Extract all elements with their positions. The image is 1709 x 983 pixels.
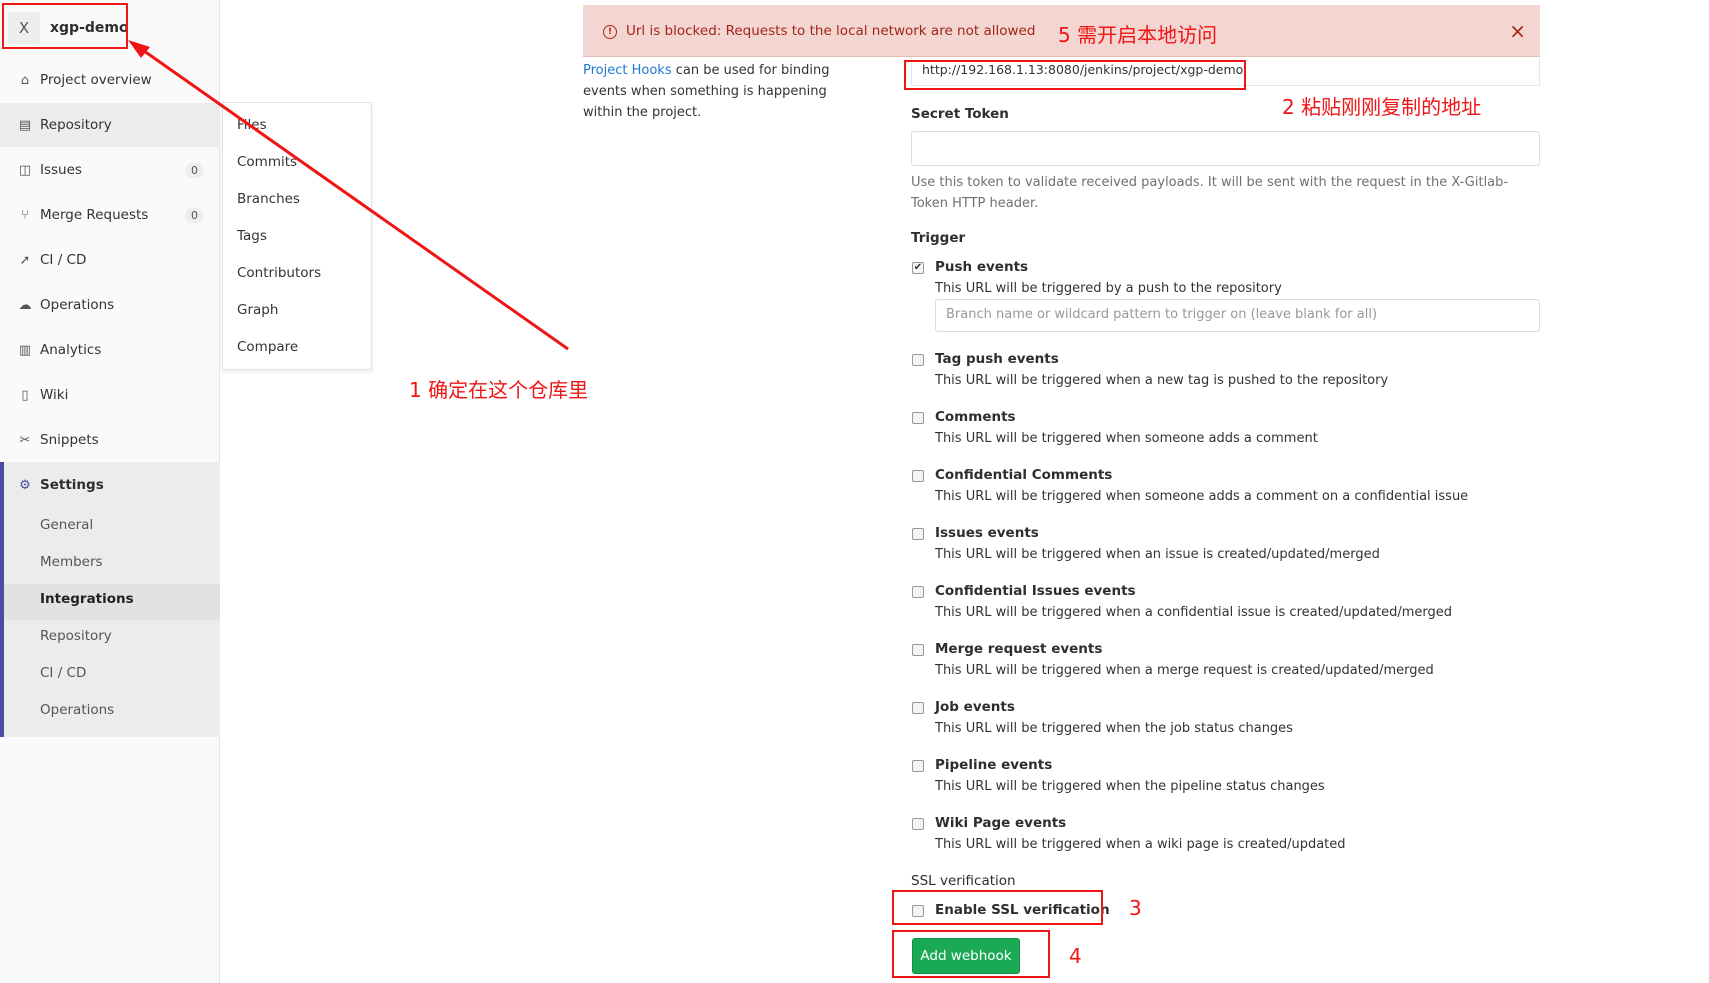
issues-icon: ◫ <box>18 162 32 178</box>
sidebar: X xgp-demo ⌂ Project overview ▤ Reposito… <box>0 0 220 983</box>
gear-icon: ⚙ <box>19 477 31 493</box>
job-events-checkbox[interactable] <box>912 702 924 714</box>
pipeline-events-checkbox[interactable] <box>912 760 924 772</box>
sidebar-item-label: Operations <box>40 297 115 313</box>
event-title: Push events <box>935 259 1029 275</box>
comments-checkbox[interactable] <box>912 412 924 424</box>
confidential-comments-checkbox[interactable] <box>912 470 924 482</box>
home-icon: ⌂ <box>20 72 30 88</box>
annotation-4: 4 <box>1069 944 1082 968</box>
flyout-commits[interactable]: Commits <box>237 154 297 170</box>
settings-ci-cd[interactable]: CI / CD <box>40 665 86 681</box>
annotation-box-ssl <box>892 890 1103 925</box>
sidebar-item-label: Snippets <box>40 432 99 448</box>
merge-request-icon: ⑂ <box>21 207 29 223</box>
event-title: Pipeline events <box>935 757 1053 773</box>
hooks-intro: Project Hooks can be used for binding ev… <box>583 60 863 123</box>
event-desc: This URL will be triggered by a push to … <box>935 281 1282 296</box>
settings-general[interactable]: General <box>40 517 93 533</box>
event-title: Issues events <box>935 525 1039 541</box>
sidebar-item-label: CI / CD <box>40 252 87 268</box>
tag-push-events-checkbox[interactable] <box>912 354 924 366</box>
sidebar-item-label: Merge Requests <box>40 207 149 223</box>
sidebar-item-snippets[interactable]: ✂ Snippets <box>0 418 220 462</box>
flyout-files[interactable]: Files <box>237 117 267 133</box>
annotation-box-submit <box>892 930 1050 978</box>
alert-message: Url is blocked: Requests to the local ne… <box>626 23 1036 39</box>
error-icon: ! <box>603 25 617 39</box>
sidebar-item-label: Issues <box>40 162 82 178</box>
event-desc: This URL will be triggered when the pipe… <box>935 779 1325 794</box>
settings-integrations[interactable]: Integrations <box>40 591 134 607</box>
sidebar-item-settings[interactable]: ⚙ Settings <box>0 463 220 507</box>
event-desc: This URL will be triggered when a merge … <box>935 663 1434 678</box>
push-events-checkbox[interactable]: ✔ <box>912 262 924 274</box>
branch-filter-input[interactable]: Branch name or wildcard pattern to trigg… <box>935 299 1540 332</box>
sidebar-item-issues[interactable]: ◫ Issues 0 <box>0 148 220 192</box>
settings-members[interactable]: Members <box>40 554 103 570</box>
event-desc: This URL will be triggered when the job … <box>935 721 1293 736</box>
annotation-1: 1 确定在这个仓库里 <box>409 378 589 402</box>
flyout-branches[interactable]: Branches <box>237 191 300 207</box>
sidebar-item-label: Repository <box>40 117 112 133</box>
repository-flyout-menu: Files Commits Branches Tags Contributors… <box>222 102 372 370</box>
project-hooks-link[interactable]: Project Hooks <box>583 63 672 78</box>
secret-token-help: Use this token to validate received payl… <box>911 175 1509 211</box>
event-desc: This URL will be triggered when a wiki p… <box>935 837 1346 852</box>
flyout-compare[interactable]: Compare <box>237 339 298 355</box>
close-icon[interactable]: × <box>1509 19 1526 43</box>
sidebar-item-merge-requests[interactable]: ⑂ Merge Requests 0 <box>0 193 220 237</box>
merge-requests-count-badge: 0 <box>185 207 204 223</box>
event-title: Wiki Page events <box>935 815 1067 831</box>
sidebar-item-ci-cd[interactable]: ➚ CI / CD <box>0 238 220 282</box>
event-title: Job events <box>935 699 1015 715</box>
book-icon: ▯ <box>21 387 29 403</box>
sidebar-item-label: Project overview <box>40 72 152 88</box>
sidebar-item-wiki[interactable]: ▯ Wiki <box>0 373 220 417</box>
sidebar-item-label: Wiki <box>40 387 69 403</box>
event-title: Merge request events <box>935 641 1103 657</box>
rocket-icon: ➚ <box>19 252 31 268</box>
secret-token-input[interactable] <box>911 131 1540 166</box>
event-title: Tag push events <box>935 351 1059 367</box>
ssl-verification-label: SSL verification <box>911 873 1016 889</box>
event-desc: This URL will be triggered when someone … <box>935 489 1469 504</box>
event-desc: This URL will be triggered when an issue… <box>935 547 1380 562</box>
event-desc: This URL will be triggered when a new ta… <box>935 373 1389 388</box>
event-title: Comments <box>935 409 1016 425</box>
event-title: Confidential Issues events <box>935 583 1136 599</box>
flyout-tags[interactable]: Tags <box>237 228 267 244</box>
sidebar-item-repository[interactable]: ▤ Repository <box>0 103 220 147</box>
sidebar-item-label: Analytics <box>40 342 102 358</box>
sidebar-item-operations[interactable]: ☁ Operations <box>0 283 220 327</box>
wiki-page-events-checkbox[interactable] <box>912 818 924 830</box>
trigger-label: Trigger <box>911 230 966 246</box>
event-desc: This URL will be triggered when a confid… <box>935 605 1453 620</box>
sidebar-item-label: Settings <box>40 477 104 493</box>
merge-request-events-checkbox[interactable] <box>912 644 924 656</box>
issues-count-badge: 0 <box>185 162 204 178</box>
issues-events-checkbox[interactable] <box>912 528 924 540</box>
document-icon: ▤ <box>18 117 32 133</box>
sidebar-item-analytics[interactable]: ▥ Analytics <box>0 328 220 372</box>
flyout-contributors[interactable]: Contributors <box>237 265 321 281</box>
secret-token-label: Secret Token <box>911 106 1009 122</box>
annotation-box-url <box>904 60 1246 90</box>
confidential-issues-events-checkbox[interactable] <box>912 586 924 598</box>
annotation-2: 2 粘贴刚刚复制的地址 <box>1282 95 1482 119</box>
cloud-gear-icon: ☁ <box>18 297 32 313</box>
settings-operations[interactable]: Operations <box>40 702 114 718</box>
annotation-5: 5 需开启本地访问 <box>1058 23 1218 47</box>
event-title: Confidential Comments <box>935 467 1113 483</box>
settings-repository[interactable]: Repository <box>40 628 112 644</box>
flyout-graph[interactable]: Graph <box>237 302 278 318</box>
sidebar-item-project-overview[interactable]: ⌂ Project overview <box>0 58 220 102</box>
annotation-3: 3 <box>1129 896 1142 920</box>
chart-icon: ▥ <box>18 342 32 358</box>
annotation-box-project <box>2 3 128 49</box>
scissors-icon: ✂ <box>19 432 31 448</box>
event-desc: This URL will be triggered when someone … <box>935 431 1318 446</box>
